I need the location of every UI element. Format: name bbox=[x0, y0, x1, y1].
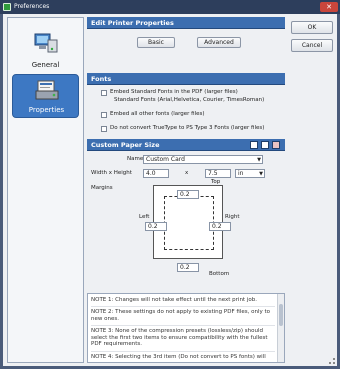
title-bar: Preferences ✕ bbox=[0, 0, 340, 14]
right-label: Right bbox=[225, 214, 240, 220]
fonts-header: Fonts bbox=[87, 73, 285, 85]
sidebar: General Properties bbox=[7, 17, 84, 363]
notes-panel: NOTE 1: Changes will not take effect unt… bbox=[87, 293, 285, 363]
chevron-down-icon: ▼ bbox=[259, 171, 263, 177]
window-title: Preferences bbox=[14, 3, 50, 10]
sidebar-item-properties[interactable]: Properties bbox=[12, 74, 79, 118]
width-height-label: Width x Height bbox=[91, 170, 132, 176]
margin-bottom-input[interactable]: 0.2 bbox=[177, 263, 199, 272]
height-input[interactable]: 7.5 bbox=[205, 169, 231, 178]
window-frame: General Properties Edit Printer Properti… bbox=[0, 14, 340, 369]
new-paper-icon[interactable] bbox=[261, 141, 269, 149]
advanced-button[interactable]: Advanced bbox=[197, 37, 241, 48]
sidebar-item-general[interactable]: General bbox=[12, 28, 79, 72]
note-divider bbox=[91, 351, 275, 352]
unit-value: in bbox=[238, 170, 244, 177]
paper-name-value: Custom Card bbox=[146, 156, 185, 163]
main-content: Edit Printer Properties Basic Advanced F… bbox=[87, 17, 285, 363]
paper-name-select[interactable]: Custom Card ▼ bbox=[143, 155, 263, 164]
note-item: NOTE 4: Selecting the 3rd item (Do not c… bbox=[91, 354, 266, 360]
embed-standard-fonts-checkbox[interactable] bbox=[101, 90, 107, 96]
custom-paper-title: Custom Paper Size bbox=[91, 141, 160, 149]
scroll-thumb[interactable] bbox=[279, 304, 283, 326]
note-item: NOTE 2: These settings do not apply to e… bbox=[91, 309, 270, 322]
margin-right-input[interactable]: 0.2 bbox=[209, 222, 231, 231]
embed-all-fonts-label: Embed all other fonts (larger files) bbox=[110, 111, 205, 117]
standard-fonts-list: Standard Fonts (Arial,Helvetica, Courier… bbox=[114, 97, 265, 103]
app-icon bbox=[3, 3, 11, 11]
window-body: General Properties Edit Printer Properti… bbox=[3, 14, 337, 366]
margin-top-input[interactable]: 0.2 bbox=[177, 190, 199, 199]
chevron-down-icon: ▼ bbox=[257, 157, 261, 163]
times-symbol: x bbox=[185, 170, 189, 176]
top-label: Top bbox=[211, 179, 221, 185]
delete-paper-icon[interactable] bbox=[272, 141, 280, 149]
margin-left-input[interactable]: 0.2 bbox=[145, 222, 167, 231]
note-divider bbox=[91, 325, 275, 326]
window-close-button[interactable]: ✕ bbox=[320, 2, 338, 12]
margins-diagram: Top 0.2 Left 0.2 Right 0.2 0.2 Bottom bbox=[87, 179, 285, 287]
sidebar-item-label: Properties bbox=[28, 106, 65, 114]
basic-button[interactable]: Basic bbox=[137, 37, 175, 48]
do-not-convert-label: Do not convert TrueType to PS Type 3 Fon… bbox=[110, 125, 265, 131]
embed-all-fonts-checkbox[interactable] bbox=[101, 112, 107, 118]
notes-scrollbar[interactable] bbox=[277, 294, 284, 362]
ok-button[interactable]: OK bbox=[291, 21, 333, 34]
computer-icon bbox=[34, 33, 58, 53]
edit-printer-header: Edit Printer Properties bbox=[87, 17, 285, 29]
printable-area bbox=[164, 196, 214, 250]
unit-select[interactable]: in ▼ bbox=[235, 169, 265, 178]
left-label: Left bbox=[139, 214, 150, 220]
printer-properties-icon bbox=[35, 80, 59, 100]
do-not-convert-checkbox[interactable] bbox=[101, 126, 107, 132]
embed-standard-fonts-label: Embed Standard Fonts in the PDF (larger … bbox=[110, 89, 238, 95]
save-paper-icon[interactable] bbox=[250, 141, 258, 149]
note-item: NOTE 1: Changes will not take effect unt… bbox=[91, 297, 257, 303]
name-label: Name bbox=[127, 156, 144, 162]
sidebar-item-label: General bbox=[31, 61, 60, 69]
bottom-label: Bottom bbox=[209, 271, 230, 277]
note-item: NOTE 3: None of the compression presets … bbox=[91, 328, 268, 347]
note-divider bbox=[91, 306, 275, 307]
resize-grip-icon[interactable] bbox=[329, 358, 335, 364]
cancel-button[interactable]: Cancel bbox=[291, 39, 333, 52]
custom-paper-header: Custom Paper Size bbox=[87, 139, 285, 151]
width-input[interactable]: 4.0 bbox=[143, 169, 169, 178]
